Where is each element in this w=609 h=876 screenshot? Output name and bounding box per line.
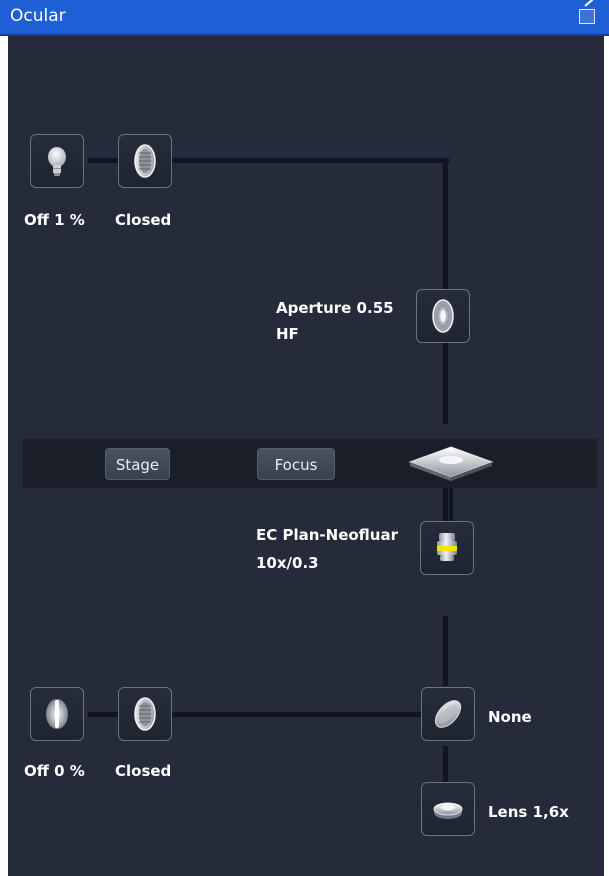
focus-button[interactable]: Focus <box>257 448 335 480</box>
title-bar: Ocular <box>0 0 609 36</box>
condenser-aperture-label: Aperture 0.55 <box>276 299 394 317</box>
lens-icon <box>433 802 463 819</box>
condenser-button[interactable] <box>416 289 470 343</box>
condenser-type-label: HF <box>276 325 299 343</box>
lower-shutter-status: Closed <box>115 762 172 780</box>
path-line <box>172 158 449 163</box>
aperture-icon <box>432 299 454 333</box>
shutter-icon <box>134 697 156 731</box>
filter-button[interactable] <box>421 687 475 741</box>
stage-button[interactable]: Stage <box>105 448 170 480</box>
objective-button[interactable] <box>420 521 474 575</box>
lower-lamp-status: Off 0 % <box>24 762 85 780</box>
objective-name-label: EC Plan-Neofluar <box>256 526 398 544</box>
stage-bar: Stage Focus <box>23 439 597 488</box>
window-title: Ocular <box>10 6 66 26</box>
objective-magnification-label: 10x/0.3 <box>256 554 319 572</box>
shutter-button[interactable] <box>118 134 172 188</box>
undock-icon[interactable] <box>579 9 595 24</box>
shutter-icon <box>134 144 156 178</box>
upper-lamp-status: Off 1 % <box>24 211 85 229</box>
tube-lens-label: Lens 1,6x <box>488 803 569 821</box>
path-line <box>172 712 427 717</box>
filter-icon <box>434 700 462 728</box>
lamp-button[interactable] <box>30 134 84 188</box>
halogen-lamp-icon <box>46 699 68 729</box>
light-path-area: Off 1 % Closed Aperture 0.55 HF Stage Fo… <box>8 36 604 876</box>
ocular-panel: Ocular Off 1 % Closed Aperture 0.55 HF S… <box>0 0 609 876</box>
lower-lamp-button[interactable] <box>30 687 84 741</box>
upper-shutter-status: Closed <box>115 211 172 229</box>
objective-icon <box>437 533 457 561</box>
lamp-icon <box>48 147 66 176</box>
path-line <box>443 616 448 686</box>
filter-label: None <box>488 708 532 726</box>
stage-icon[interactable] <box>406 441 496 483</box>
tube-lens-button[interactable] <box>421 782 475 836</box>
path-line <box>443 746 448 782</box>
lower-shutter-button[interactable] <box>118 687 172 741</box>
